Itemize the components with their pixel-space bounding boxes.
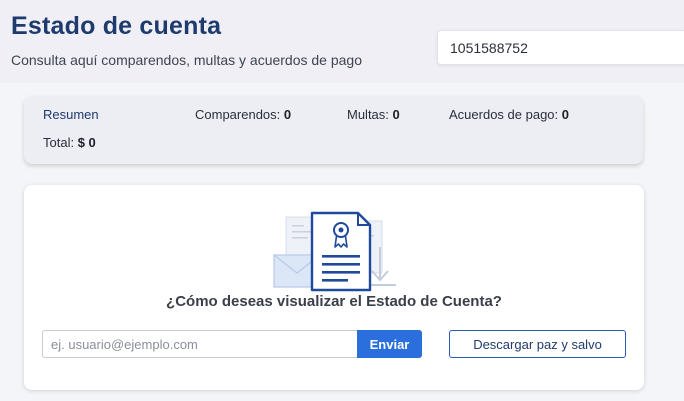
document-certificate-icon [273,211,396,292]
page-subtitle: Consulta aquí comparendos, multas y acue… [11,52,362,68]
comparendos-value: 0 [283,107,292,122]
document-id-field[interactable]: 1051588752 [437,30,684,65]
total-value: $ 0 [77,135,96,150]
acuerdos-value: 0 [561,107,569,122]
page-title: Estado de cuenta [11,12,222,40]
summary-title: Resumen [43,107,99,122]
acuerdos-label: Acuerdos de pago: [449,107,559,122]
summary-panel: Resumen Comparendos: 0 Multas: 0 Acuerdo… [24,96,643,164]
comparendos-stat: Comparendos: 0 [195,107,291,122]
comparendos-label: Comparendos: [195,107,281,122]
download-paz-y-salvo-button[interactable]: Descargar paz y salvo [449,330,626,358]
statement-card: ¿Cómo deseas visualizar el Estado de Cue… [24,185,644,390]
page-header: Estado de cuenta Consulta aquí comparend… [0,0,684,83]
email-input[interactable] [42,330,358,358]
multas-stat: Multas: 0 [347,107,400,122]
multas-label: Multas: [347,107,389,122]
total-stat: Total: $ 0 [43,135,96,150]
send-button[interactable]: Enviar [357,330,422,358]
total-label: Total: [43,135,75,150]
acuerdos-stat: Acuerdos de pago: 0 [449,107,569,122]
visualization-question: ¿Cómo deseas visualizar el Estado de Cue… [166,293,502,310]
multas-value: 0 [392,107,400,122]
